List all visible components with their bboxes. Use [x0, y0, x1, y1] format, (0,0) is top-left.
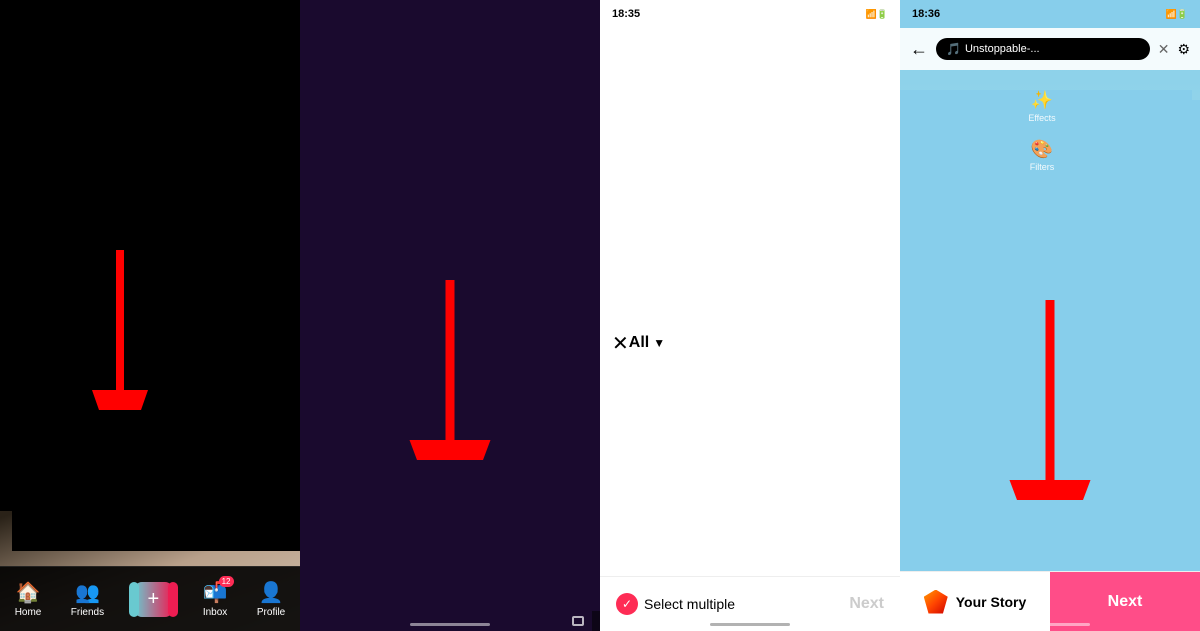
music-title: Unstoppable-... — [965, 43, 1040, 55]
screen-gallery: 18:35 📶🔋 ✕ All ▼ All Videos Photos 00:10… — [600, 0, 900, 631]
music-note-icon: 🎵 — [946, 42, 961, 56]
nav-profile[interactable]: 👤 Profile — [257, 580, 285, 618]
select-multiple-label: Select multiple — [644, 596, 735, 612]
tab-story[interactable]: Story — [414, 0, 450, 611]
nav-home-label: Home — [15, 607, 42, 618]
all-dropdown[interactable]: All ▼ — [629, 28, 869, 631]
home-indicator-4 — [1010, 623, 1090, 626]
bottom-nav-1: 🏠 Home 👥 Friends + 📬 12 Inbox 👤 Profile — [0, 566, 300, 631]
close-music-icon[interactable]: ✕ — [1158, 41, 1170, 58]
status-bar-4: 18:36 📶🔋 — [900, 0, 1200, 28]
status-bar-3: 18:35 📶🔋 — [600, 0, 900, 28]
nav-inbox[interactable]: 📬 12 Inbox — [203, 580, 228, 618]
effects-control-4[interactable]: ✨ Effects — [900, 90, 1192, 123]
filters-control-4[interactable]: 🎨 Filters — [900, 139, 1192, 172]
screen-feed: 18:34 📶 🔋 LIVE Following For You 🔍 + ❤️ … — [0, 0, 300, 631]
nav-friends[interactable]: 👥 Friends — [71, 580, 104, 618]
status-icons-3: 📶🔋 — [866, 9, 888, 20]
select-check-icon: ✓ — [616, 593, 638, 615]
malavida-right-controls: ✨ Effects 🎨 Filters — [900, 90, 1192, 631]
nav-inbox-label: Inbox — [203, 607, 227, 618]
gallery-header: ✕ All ▼ — [600, 28, 900, 631]
next-label: Next — [1108, 593, 1143, 611]
select-multiple-button[interactable]: ✓ Select multiple — [616, 593, 735, 615]
close-gallery-icon[interactable]: ✕ — [612, 331, 629, 356]
screen-camera: 18:35 📶🔋 ✕ 🎵 Add sound 🔄 Flip 1× Speed 🎨… — [300, 0, 600, 631]
nav-add[interactable]: + — [134, 582, 174, 617]
next-button-gray[interactable]: Next — [849, 595, 884, 613]
malavida-bottom-bar: Your Story Next — [900, 571, 1200, 631]
chevron-down-icon: ▼ — [653, 336, 665, 350]
home-indicator-2 — [410, 623, 490, 626]
sq-indicator-2 — [572, 616, 584, 626]
nav-profile-label: Profile — [257, 607, 285, 618]
all-label: All — [629, 334, 649, 352]
effects-label-4: Effects — [1028, 113, 1055, 123]
friends-icon: 👥 — [75, 580, 100, 605]
settings-icon[interactable]: ⚙ — [1177, 41, 1190, 58]
home-icon: 🏠 — [16, 580, 41, 605]
status-icons-4: 📶🔋 — [1166, 9, 1188, 20]
malavida-top-nav: ← 🎵 Unstoppable-... ✕ ⚙ — [900, 28, 1200, 70]
tab-post[interactable]: Post — [356, 0, 384, 611]
profile-icon: 👤 — [259, 580, 284, 605]
inbox-badge-count: 12 — [219, 576, 234, 587]
camera-bottom-tabs: Post Story Templates — [300, 0, 600, 611]
home-indicator-3 — [710, 623, 790, 626]
nav-home[interactable]: 🏠 Home — [15, 580, 42, 618]
tab-templates[interactable]: Templates — [480, 0, 544, 611]
screen-malavida: 18:36 📶🔋 ← 🎵 Unstoppable-... ✕ ⚙ ✨ Effec… — [900, 0, 1200, 631]
your-story-label: Your Story — [956, 594, 1027, 610]
effects-icon-4: ✨ — [1031, 90, 1053, 111]
add-button[interactable]: + — [134, 582, 174, 617]
nav-friends-label: Friends — [71, 607, 104, 618]
music-pill[interactable]: 🎵 Unstoppable-... — [936, 38, 1150, 60]
back-icon[interactable]: ← — [910, 39, 928, 60]
filters-label-4: Filters — [1030, 162, 1055, 172]
filters-icon-4: 🎨 — [1031, 139, 1053, 160]
malavida-small-icon — [924, 590, 948, 614]
video-info: Comedy Michi michi.amoroso See translati… — [12, 0, 300, 551]
time-3: 18:35 — [612, 8, 640, 20]
time-4: 18:36 — [912, 8, 940, 20]
